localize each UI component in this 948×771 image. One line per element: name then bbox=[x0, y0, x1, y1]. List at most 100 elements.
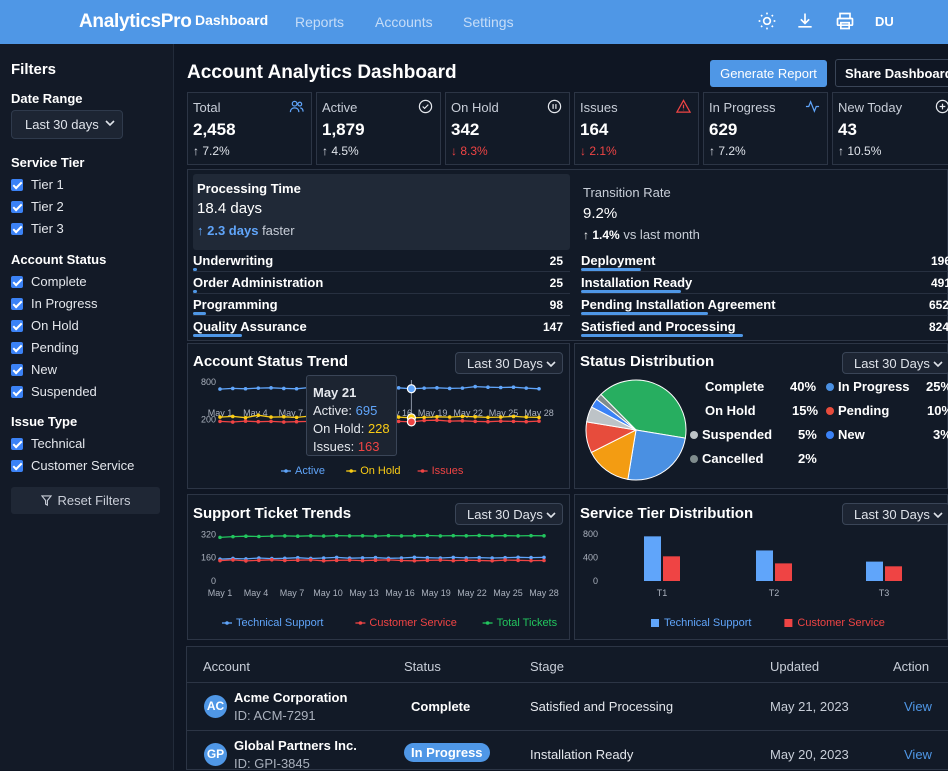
kpi-change: ↑ 10.5% bbox=[838, 144, 882, 158]
tooltip-value: 163 bbox=[357, 439, 380, 454]
legend-label: Customer Service bbox=[797, 617, 884, 629]
support-trends-range-select[interactable]: Last 30 Days bbox=[455, 503, 563, 525]
view-link[interactable]: View bbox=[904, 747, 932, 762]
data-point bbox=[516, 558, 520, 563]
legend-label: Suspended bbox=[702, 427, 773, 442]
issue-technical-checkbox[interactable]: Technical bbox=[11, 436, 85, 451]
y-tick-label: 400 bbox=[583, 553, 598, 563]
tier-1-checkbox[interactable]: Tier 1 bbox=[11, 177, 64, 192]
col-header-account[interactable]: Account bbox=[203, 659, 250, 674]
status-complete-checkbox[interactable]: Complete bbox=[11, 274, 87, 289]
warning-icon bbox=[676, 99, 691, 113]
status-pending-checkbox[interactable]: Pending bbox=[11, 340, 79, 355]
checkbox-checked-icon bbox=[11, 341, 23, 354]
data-point bbox=[447, 419, 452, 423]
status-new-checkbox[interactable]: New bbox=[11, 362, 57, 377]
data-point bbox=[295, 558, 300, 562]
reset-filters-button[interactable]: Reset Filters bbox=[11, 487, 160, 514]
status-suspended-checkbox[interactable]: Suspended bbox=[11, 384, 97, 399]
col-header-status[interactable]: Status bbox=[404, 659, 441, 674]
x-tick-label: May 13 bbox=[349, 588, 379, 598]
pie-slice bbox=[627, 429, 686, 481]
data-point bbox=[524, 415, 529, 419]
user-avatar[interactable]: DU bbox=[875, 14, 894, 29]
data-point bbox=[243, 419, 248, 423]
divider bbox=[187, 730, 948, 731]
tier-2-checkbox[interactable]: Tier 2 bbox=[11, 199, 64, 214]
checkbox-checked-icon bbox=[11, 200, 23, 213]
legend-label: Issues bbox=[432, 465, 464, 477]
stage-value: 147 bbox=[542, 320, 563, 334]
tier-3-checkbox[interactable]: Tier 3 bbox=[11, 221, 64, 236]
data-point bbox=[537, 415, 541, 420]
avatar: GP bbox=[204, 743, 227, 766]
download-icon[interactable] bbox=[795, 11, 815, 31]
legend-label: Technical Support bbox=[664, 617, 751, 629]
nav-dashboard[interactable]: Dashboard bbox=[195, 12, 268, 28]
data-point bbox=[438, 558, 443, 562]
status-badge: Complete bbox=[411, 699, 471, 714]
sun-icon[interactable] bbox=[757, 11, 777, 31]
data-point bbox=[231, 534, 235, 539]
data-point bbox=[477, 533, 482, 538]
checkbox-label: Suspended bbox=[31, 384, 97, 399]
checkbox-label: New bbox=[31, 362, 58, 377]
data-point bbox=[256, 419, 261, 424]
share-dashboard-button[interactable]: Share Dashboard bbox=[835, 59, 948, 87]
stage-cell: Installation Ready bbox=[530, 747, 634, 762]
status-distribution-range-select[interactable]: Last 30 Days bbox=[842, 352, 948, 374]
data-point bbox=[425, 533, 430, 538]
y-tick-label: 320 bbox=[201, 529, 216, 539]
data-point bbox=[460, 386, 465, 390]
data-point bbox=[230, 414, 235, 419]
legend-label: Customer Service bbox=[369, 617, 456, 629]
legend-item-cancelled: Cancelled bbox=[690, 451, 763, 466]
data-point bbox=[334, 533, 339, 538]
data-point bbox=[360, 558, 365, 563]
col-header-stage[interactable]: Stage bbox=[530, 659, 564, 674]
nav-settings[interactable]: Settings bbox=[463, 14, 514, 30]
brand-logo[interactable]: AnalyticsPro bbox=[79, 11, 192, 33]
data-point bbox=[412, 558, 417, 563]
col-header-updated[interactable]: Updated bbox=[770, 659, 819, 674]
tooltip-hold: On Hold: 228 bbox=[313, 420, 396, 438]
data-point bbox=[218, 535, 222, 540]
nav-reports[interactable]: Reports bbox=[295, 14, 344, 30]
status-trend-range-select[interactable]: Last 30 Days bbox=[455, 352, 563, 374]
legend-label: Total Tickets bbox=[497, 617, 558, 629]
status-pie-chart bbox=[585, 379, 687, 481]
status-in-progress-checkbox[interactable]: In Progress bbox=[11, 296, 97, 311]
tier-distribution-range-select[interactable]: Last 30 Days bbox=[842, 503, 948, 525]
data-point bbox=[511, 419, 516, 424]
nav-accounts[interactable]: Accounts bbox=[375, 14, 433, 30]
data-point bbox=[473, 414, 478, 419]
checkbox-label: Tier 2 bbox=[31, 199, 64, 214]
data-point bbox=[308, 558, 313, 562]
col-header-action[interactable]: Action bbox=[893, 659, 929, 674]
data-point bbox=[269, 415, 273, 419]
data-point bbox=[321, 558, 326, 563]
kpi-value: 629 bbox=[709, 120, 738, 139]
kpi-card-active: Active 1,879 ↑ 4.5% bbox=[316, 92, 441, 165]
bar bbox=[756, 550, 773, 581]
status-on-hold-checkbox[interactable]: On Hold bbox=[11, 318, 79, 333]
checkbox-checked-icon bbox=[11, 363, 23, 376]
data-point bbox=[542, 533, 546, 538]
data-point bbox=[231, 558, 235, 562]
chevron-down-icon bbox=[105, 120, 115, 127]
generate-report-button[interactable]: Generate Report bbox=[710, 60, 827, 87]
data-point bbox=[498, 419, 503, 423]
data-point bbox=[256, 386, 261, 390]
data-point bbox=[486, 415, 490, 420]
pause-circle-icon bbox=[547, 99, 562, 114]
view-link[interactable]: View bbox=[904, 699, 932, 714]
checkbox-checked-icon bbox=[11, 437, 23, 450]
legend-dot bbox=[690, 455, 698, 463]
data-point bbox=[486, 385, 490, 389]
issue-customer-service-checkbox[interactable]: Customer Service bbox=[11, 458, 134, 473]
x-tick-label: T3 bbox=[879, 588, 890, 598]
x-tick-label: May 25 bbox=[493, 588, 523, 598]
date-range-select[interactable]: Last 30 days bbox=[11, 110, 123, 139]
printer-icon[interactable] bbox=[835, 11, 855, 31]
data-point bbox=[360, 533, 365, 538]
